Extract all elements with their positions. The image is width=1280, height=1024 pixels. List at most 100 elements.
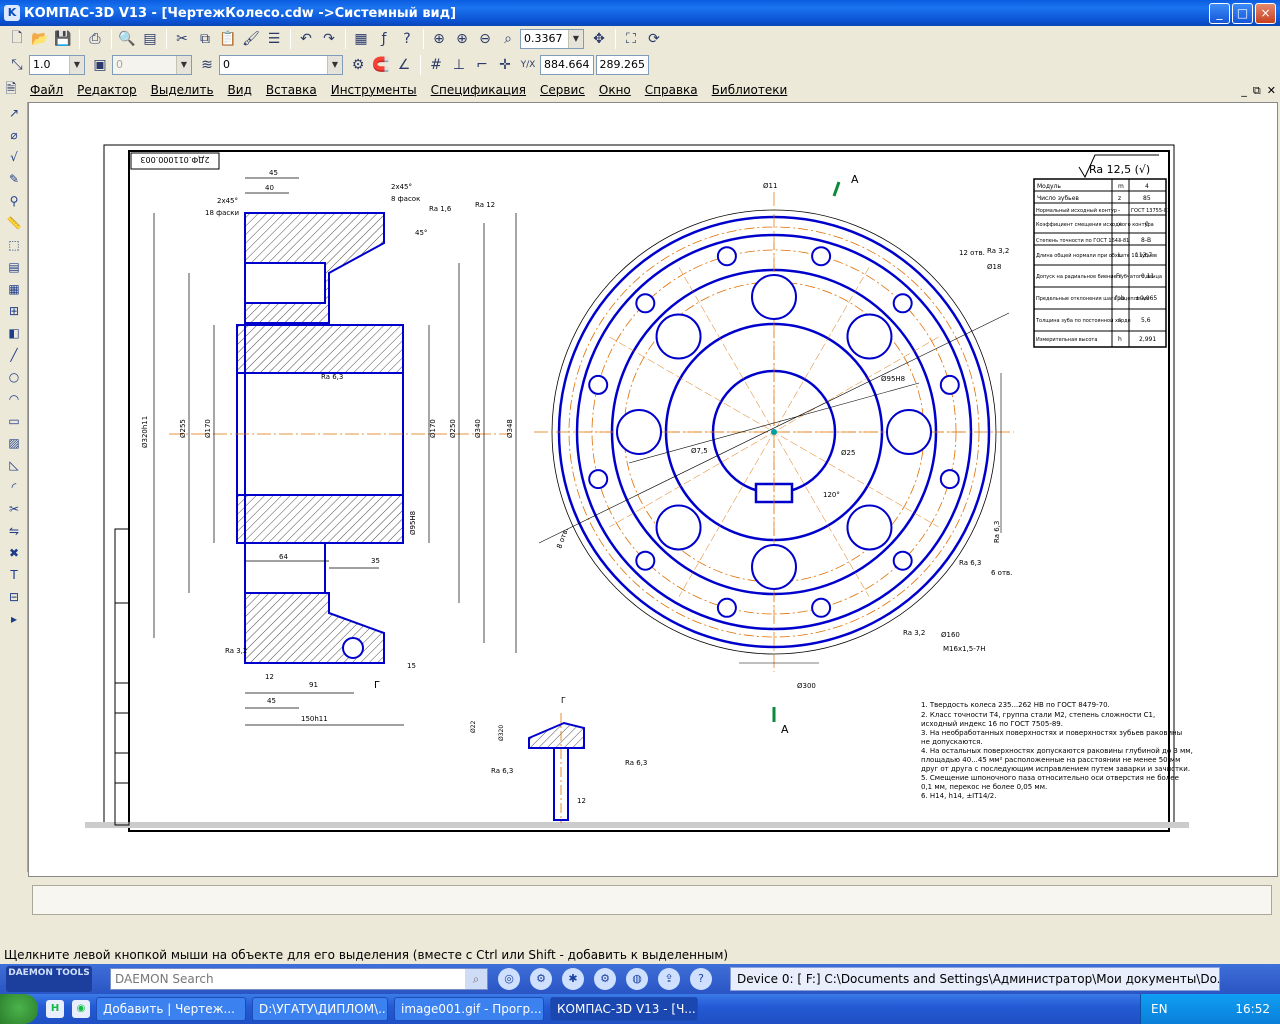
reports-icon[interactable]: ▦ bbox=[2, 278, 26, 300]
layers-icon[interactable]: ≋ bbox=[196, 54, 218, 76]
task-button[interactable]: D:\УГАТУ\ДИПЛОМ\... bbox=[252, 997, 388, 1021]
doc-minimize-button[interactable]: _ bbox=[1241, 84, 1247, 98]
line-icon[interactable]: ╱ bbox=[2, 344, 26, 366]
menu-help[interactable]: Справка bbox=[638, 83, 705, 97]
undo-icon[interactable]: ↶ bbox=[295, 28, 317, 50]
fragment-icon[interactable]: ◧ bbox=[2, 322, 26, 344]
menu-specification[interactable]: Спецификация bbox=[424, 83, 533, 97]
cursor-icon[interactable]: ✛ bbox=[494, 54, 516, 76]
parametrization-icon[interactable]: ⚲ bbox=[2, 190, 26, 212]
fillet-icon[interactable]: ◜ bbox=[2, 476, 26, 498]
chevron-down-icon[interactable]: ▼ bbox=[176, 56, 191, 74]
local-cs-icon[interactable]: ⊥ bbox=[448, 54, 470, 76]
mount-icon[interactable]: ⚙ bbox=[530, 968, 552, 990]
upload-icon[interactable]: ⇪ bbox=[658, 968, 680, 990]
chevron-down-icon[interactable]: ▼ bbox=[69, 56, 84, 74]
browser-icon[interactable]: ◉ bbox=[72, 1000, 90, 1018]
settings-icon[interactable]: ⚙ bbox=[594, 968, 616, 990]
format-paint-icon[interactable]: 🖌 bbox=[240, 28, 262, 50]
doc-restore-button[interactable]: ⧉ bbox=[1253, 84, 1261, 98]
task-button[interactable]: Добавить | Чертеж... bbox=[96, 997, 246, 1021]
paste-icon[interactable]: 📋 bbox=[217, 28, 239, 50]
spec-icon[interactable]: ▤ bbox=[2, 256, 26, 278]
symbols-icon[interactable]: √ bbox=[2, 146, 26, 168]
task-button[interactable]: image001.gif - Прогр... bbox=[394, 997, 544, 1021]
preview-icon[interactable]: 🔍 bbox=[116, 28, 138, 50]
menu-insert[interactable]: Вставка bbox=[259, 83, 324, 97]
scale-combo[interactable]: 1.0 ▼ bbox=[29, 55, 85, 75]
zoom-combo[interactable]: 0.3367 ▼ bbox=[520, 29, 584, 49]
close-button[interactable]: × bbox=[1255, 3, 1276, 24]
copy-icon[interactable]: ⧉ bbox=[194, 28, 216, 50]
doc-close-button[interactable]: ✕ bbox=[1267, 84, 1276, 98]
zoom-window-icon[interactable]: ⊕ bbox=[428, 28, 450, 50]
help-icon[interactable]: ? bbox=[690, 968, 712, 990]
edit-icon[interactable]: ✎ bbox=[2, 168, 26, 190]
cut-icon[interactable]: ✂ bbox=[171, 28, 193, 50]
open-file-icon[interactable]: 📂 bbox=[29, 28, 51, 50]
text-icon[interactable]: T bbox=[2, 564, 26, 586]
daemon-tools-logo[interactable]: DAEMON TOOLS bbox=[6, 966, 92, 992]
menu-libraries[interactable]: Библиотеки bbox=[705, 83, 795, 97]
show-all-icon[interactable]: ⛶ bbox=[620, 28, 642, 50]
coord-x-field[interactable]: 884.664 bbox=[540, 55, 594, 75]
layer-combo[interactable]: 0 ▼ bbox=[219, 55, 343, 75]
layer-icon[interactable]: ▣ bbox=[89, 54, 111, 76]
menu-edit[interactable]: Редактор bbox=[70, 83, 143, 97]
function-icon[interactable]: ƒ bbox=[373, 28, 395, 50]
coord-y-field[interactable]: 289.265 bbox=[595, 55, 649, 75]
print-icon[interactable]: ⎙ bbox=[84, 28, 106, 50]
menu-select[interactable]: Выделить bbox=[144, 83, 221, 97]
minimize-button[interactable]: _ bbox=[1209, 3, 1230, 24]
daemon-device-field[interactable]: Device 0: [ F:] C:\Documents and Setting… bbox=[730, 967, 1220, 991]
help-icon[interactable]: ? bbox=[396, 28, 418, 50]
insert-icon[interactable]: ⊞ bbox=[2, 300, 26, 322]
ortho-mode-icon[interactable]: ⌐ bbox=[471, 54, 493, 76]
new-file-icon[interactable]: 🗋 bbox=[6, 28, 28, 50]
zoom-scale-icon[interactable]: ⌕ bbox=[497, 28, 519, 50]
chamfer-icon[interactable]: ◺ bbox=[2, 454, 26, 476]
drawing-canvas[interactable]: 2ДФ.011000.003 Ra 12,5 (√) Модуль m 4 Чи… bbox=[28, 102, 1278, 877]
circle-icon[interactable]: ○ bbox=[2, 366, 26, 388]
tray-language[interactable]: EN bbox=[1151, 1002, 1168, 1016]
trim-icon[interactable]: ✂ bbox=[2, 498, 26, 520]
quicklaunch-icon[interactable]: H bbox=[46, 1000, 64, 1018]
menu-window[interactable]: Окно bbox=[592, 83, 638, 97]
variables-icon[interactable]: ▦ bbox=[350, 28, 372, 50]
zoom-in-icon[interactable]: ⊕ bbox=[451, 28, 473, 50]
geometry-icon[interactable]: ↗ bbox=[2, 102, 26, 124]
daemon-search-input[interactable]: DAEMON Search ⌕ bbox=[110, 968, 488, 990]
more-icon[interactable]: ▸ bbox=[2, 608, 26, 630]
maximize-button[interactable]: □ bbox=[1232, 3, 1253, 24]
object-props-icon[interactable]: ⚙ bbox=[347, 54, 369, 76]
menu-file[interactable]: Файл bbox=[23, 83, 70, 97]
pan-icon[interactable]: ✥ bbox=[588, 28, 610, 50]
drive-icon[interactable]: ✱ bbox=[562, 968, 584, 990]
mirror-icon[interactable]: ⇋ bbox=[2, 520, 26, 542]
document-icon[interactable]: 🗎 bbox=[0, 79, 22, 101]
rectangle-icon[interactable]: ▭ bbox=[2, 410, 26, 432]
menu-service[interactable]: Сервис bbox=[533, 83, 592, 97]
search-icon[interactable]: ⌕ bbox=[465, 969, 487, 989]
measure-icon[interactable]: 📏 bbox=[2, 212, 26, 234]
refresh-icon[interactable]: ⟳ bbox=[643, 28, 665, 50]
daemon-icon[interactable]: ◎ bbox=[498, 968, 520, 990]
start-button[interactable] bbox=[0, 994, 38, 1024]
zoom-out-icon[interactable]: ⊖ bbox=[474, 28, 496, 50]
hatch-icon[interactable]: ▨ bbox=[2, 432, 26, 454]
arc-icon[interactable]: ◠ bbox=[2, 388, 26, 410]
menu-tools[interactable]: Инструменты bbox=[324, 83, 424, 97]
select-icon[interactable]: ⬚ bbox=[2, 234, 26, 256]
delete-icon[interactable]: ✖ bbox=[2, 542, 26, 564]
manager-icon[interactable]: ▤ bbox=[139, 28, 161, 50]
dimensions-icon[interactable]: ⌀ bbox=[2, 124, 26, 146]
table-icon[interactable]: ⊟ bbox=[2, 586, 26, 608]
task-button-active[interactable]: КОМПАС-3D V13 - [Ч... bbox=[550, 997, 698, 1021]
globe-icon[interactable]: ◍ bbox=[626, 968, 648, 990]
ortho-icon[interactable]: ∠ bbox=[393, 54, 415, 76]
grid-icon[interactable]: # bbox=[425, 54, 447, 76]
chevron-down-icon[interactable]: ▼ bbox=[568, 30, 583, 48]
snap-magnet-icon[interactable]: 🧲 bbox=[370, 54, 392, 76]
style-combo[interactable]: 0 ▼ bbox=[112, 55, 192, 75]
save-icon[interactable]: 💾 bbox=[52, 28, 74, 50]
